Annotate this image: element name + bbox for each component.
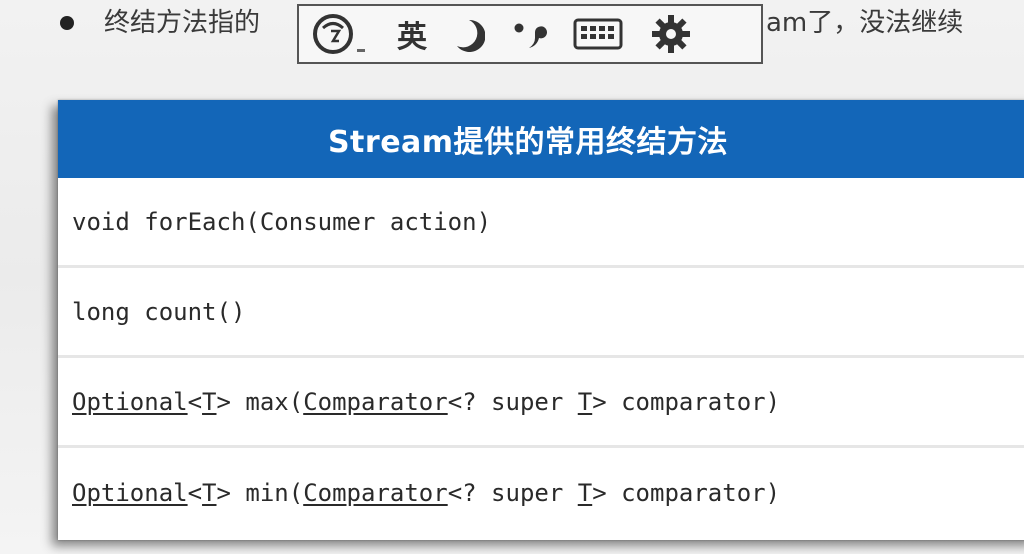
type-link: Optional — [72, 387, 188, 416]
code-text: <? super — [447, 479, 578, 507]
type-link: T — [202, 479, 217, 507]
gear-icon[interactable] — [649, 12, 693, 56]
code-text: <? super — [447, 387, 578, 416]
table-row: long count() — [58, 268, 1024, 358]
ime-logo-icon[interactable] — [309, 12, 371, 56]
type-link: T — [577, 479, 593, 507]
code-text: > comparator) — [592, 479, 781, 507]
method-signature: void forEach(Consumer action) — [72, 208, 491, 236]
table-row: Optional<T> max(Comparator<? super T> co… — [58, 358, 1024, 448]
type-link: T — [202, 387, 217, 416]
code-text: > max( — [216, 387, 304, 416]
code-text: > min( — [216, 479, 304, 507]
bullet-text-left: 终结方法指的 — [104, 8, 261, 38]
type-link: T — [577, 387, 593, 416]
table-body: void forEach(Consumer action) long count(… — [58, 178, 1024, 538]
language-label: 英 — [397, 20, 427, 55]
type-link: Comparator — [303, 479, 448, 507]
method-signature: Optional<T> max(Comparator<? super T> co… — [72, 388, 780, 416]
bullet-text-right: am了，没法继续 — [766, 8, 964, 38]
table-row: void forEach(Consumer action) — [58, 178, 1024, 268]
ime-toolbar[interactable]: 英 — [297, 4, 763, 64]
code-text: < — [187, 387, 203, 416]
moon-icon[interactable] — [453, 12, 485, 56]
code-text: long count() — [72, 297, 246, 326]
table-header: Stream提供的常用终结方法 — [58, 100, 1024, 178]
code-text: > comparator) — [592, 387, 781, 416]
bullet-dot — [60, 16, 74, 30]
code-text: < — [187, 479, 203, 507]
method-signature: Optional<T> min(Comparator<? super T> co… — [72, 479, 780, 507]
table-title: Stream提供的常用终结方法 — [327, 125, 729, 160]
terminal-methods-table: Stream提供的常用终结方法 void forEach(Consumer ac… — [58, 100, 1024, 540]
type-link: Optional — [72, 479, 188, 507]
code-text: void forEach(Consumer action) — [72, 207, 492, 236]
keyboard-icon[interactable] — [573, 12, 623, 56]
language-toggle-button[interactable]: 英 — [397, 12, 427, 56]
punctuation-icon[interactable] — [511, 12, 547, 56]
method-signature: long count() — [72, 298, 245, 326]
type-link: Comparator — [303, 387, 448, 416]
table-row: Optional<T> min(Comparator<? super T> co… — [58, 448, 1024, 538]
